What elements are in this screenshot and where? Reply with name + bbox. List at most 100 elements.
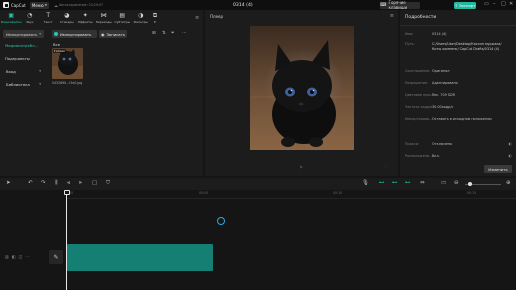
tab-adjust[interactable]: ⧉ Е [150, 10, 160, 27]
zoom-slider-handle[interactable] [468, 182, 472, 186]
more-icon[interactable]: ⋯ [182, 31, 187, 36]
maximize-icon[interactable]: □ [501, 2, 506, 7]
hotkeys-button[interactable]: ⌨ Горячие клавиши [380, 0, 420, 10]
fullscreen-icon[interactable]: ⛶ [385, 164, 388, 169]
audio-icon: ◔ [27, 12, 33, 19]
detail-value: 30.00кадр/с [432, 105, 454, 109]
mute-icon[interactable]: ◫ [19, 254, 23, 259]
chevron-down-icon: ▾ [39, 82, 41, 86]
sidebar-item-media-library[interactable]: Медиапотребл... [5, 43, 38, 48]
screen-icon[interactable]: ▭ [441, 180, 446, 187]
more-icon[interactable]: ⋯ [25, 254, 29, 259]
detail-key: Импортирова... [405, 117, 432, 121]
effects-icon: ✦ [82, 12, 88, 19]
tab-label: Е [154, 20, 156, 24]
tab-effects[interactable]: ✦ Эффекты [76, 10, 95, 27]
tab-transitions[interactable]: ⋈ Переходы [95, 10, 114, 27]
sidebar-item-input[interactable]: Вход ▾ [3, 67, 44, 75]
more-icon[interactable]: ≡ [390, 13, 394, 19]
tab-filters[interactable]: ◑ Фильтры [132, 10, 151, 27]
record-label: Записать [106, 31, 126, 37]
change-button[interactable]: Изменить [484, 165, 512, 173]
player-title: Плеер [210, 14, 224, 19]
tab-media[interactable]: ▣ Медиафайлы [0, 10, 22, 27]
record-button[interactable]: ◉ Записать [99, 30, 127, 38]
export-label: Экспорт [458, 2, 476, 8]
detail-value[interactable]: C:/Users/User/Desktop/Кассин мурызка/Кот… [432, 42, 507, 52]
detail-row-colorspace: Цветовое прос... Rec. 709 SDR [405, 93, 513, 98]
linkage-icon[interactable]: ⊷ [405, 180, 411, 187]
sort-icon[interactable]: ⇅ [162, 31, 166, 36]
toggle-icon[interactable]: ◐ [509, 153, 513, 158]
video-clip[interactable] [67, 244, 213, 271]
delete-icon[interactable]: ▢ [92, 180, 97, 187]
redo-icon[interactable]: ↷ [41, 180, 46, 187]
tab-label: Медиафайлы [0, 20, 22, 24]
select-cursor-icon[interactable]: ➤ [6, 180, 11, 187]
tab-label: Фильтры [133, 20, 148, 24]
more-tabs-icon[interactable]: ≡ [195, 15, 199, 21]
app-logo: CapCut [0, 2, 28, 8]
detail-row-name: Имя: 0314 (4) [405, 32, 513, 37]
zoom-in-icon[interactable]: ⊕ [506, 180, 511, 187]
app-logo-text: CapCut [11, 2, 26, 8]
split-icon[interactable]: ⫼ [55, 180, 58, 187]
detail-row-location: Расположени... Вкл. [405, 154, 513, 159]
zoom-out-icon[interactable]: ⊖ [454, 180, 459, 187]
tab-stickers[interactable]: ◕ Стикеры [58, 10, 77, 27]
microphone-icon[interactable]: 🎙 [362, 180, 369, 187]
detail-value: Отключено [432, 142, 453, 146]
main-track-magnet-icon[interactable]: ⊷ [379, 180, 385, 187]
freeze-icon[interactable]: ⛉ [106, 180, 110, 187]
detail-value: Rec. 709 SDR [432, 93, 455, 97]
detail-value: Адаптировано [432, 81, 458, 85]
tab-text[interactable]: T Текст [39, 10, 58, 27]
play-icon[interactable]: ▶ [300, 164, 303, 169]
document-title[interactable]: 0314 (4) [233, 3, 253, 8]
ruler-label: 00:05 [199, 191, 209, 195]
grid-view-icon[interactable]: ⊞ [152, 31, 156, 36]
media-panel: ▣ Медиафайлы ◔ Звук T Текст ◕ Стикеры ✦ … [0, 10, 203, 176]
filter-all-label[interactable]: Все [53, 42, 60, 47]
sidebar-item-subprojects[interactable]: Подпроекты [5, 56, 30, 61]
detail-row-proxy: Прокси: Отключено [405, 142, 513, 147]
filter-icon[interactable]: ⏷ [171, 31, 175, 36]
toggle-icon[interactable]: ◐ [509, 141, 513, 146]
sidebar-item-import[interactable]: Импортировать ▾ [3, 30, 44, 38]
sidebar-item-label: Импортировать [6, 31, 38, 37]
layout-icon[interactable]: ▭ [484, 2, 489, 7]
sticker-icon: ◕ [64, 12, 70, 19]
tool-tabs: ▣ Медиафайлы ◔ Звук T Текст ◕ Стикеры ✦ … [0, 10, 203, 27]
tab-audio[interactable]: ◔ Звук [21, 10, 40, 27]
undo-icon[interactable]: ↶ [28, 180, 33, 187]
captions-icon: ▤ [119, 12, 126, 19]
detail-row-aspect: Соотношение ... Оригинал [405, 69, 513, 74]
auto-snap-icon[interactable]: ⊷ [392, 180, 398, 187]
media-thumbnail[interactable]: Готово [52, 48, 83, 79]
import-button[interactable]: Импортировать [52, 30, 97, 38]
menu-button[interactable]: Меню ▼ [30, 1, 49, 9]
export-button[interactable]: ⇪ Экспорт [454, 1, 476, 9]
timeline[interactable]: 00:00 00:05 00:10 00:15 ▥ ◧ ◫ ⋯ ✎ [0, 190, 516, 290]
minimize-icon[interactable]: – [493, 2, 496, 7]
split-right-icon[interactable]: ⫸ [79, 180, 82, 187]
split-left-icon[interactable]: ⫷ [67, 180, 70, 187]
tab-captions[interactable]: ▤ Субтитры [113, 10, 132, 27]
detail-key: Имя: [405, 32, 414, 36]
close-icon[interactable]: ✕ [509, 2, 513, 7]
playhead-line [66, 190, 67, 290]
playhead-handle[interactable] [63, 190, 70, 195]
lock-icon[interactable]: ▥ [5, 254, 9, 259]
chevron-down-icon: ▾ [39, 69, 41, 73]
tab-label: Звук [26, 20, 34, 24]
video-preview[interactable] [250, 26, 354, 150]
capcut-logo-icon [3, 2, 9, 8]
sidebar-item-library[interactable]: Библиотека ▾ [3, 80, 44, 88]
divider [400, 25, 516, 26]
cloud-icon: ☁ [54, 2, 58, 8]
keyboard-icon: ⌨ [380, 2, 387, 8]
hide-icon[interactable]: ◧ [12, 254, 16, 259]
preview-axis-icon[interactable]: ⇔ [420, 180, 425, 187]
cover-button[interactable]: ✎ [49, 250, 63, 264]
media-icon: ▣ [8, 12, 15, 19]
